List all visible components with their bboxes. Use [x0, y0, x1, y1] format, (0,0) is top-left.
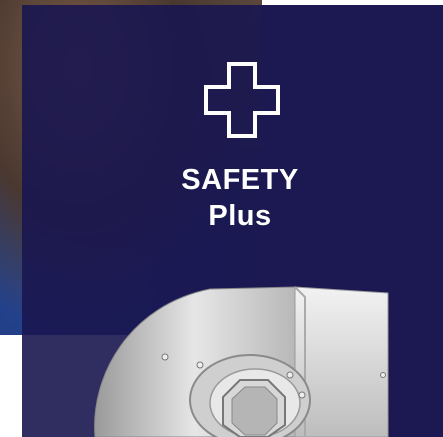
banner-title-line1: SAFETY — [181, 164, 299, 196]
plus-cross-icon — [204, 62, 280, 138]
banner-title-line2: Plus — [208, 200, 272, 232]
fan-blower-housing-image — [94, 286, 389, 437]
